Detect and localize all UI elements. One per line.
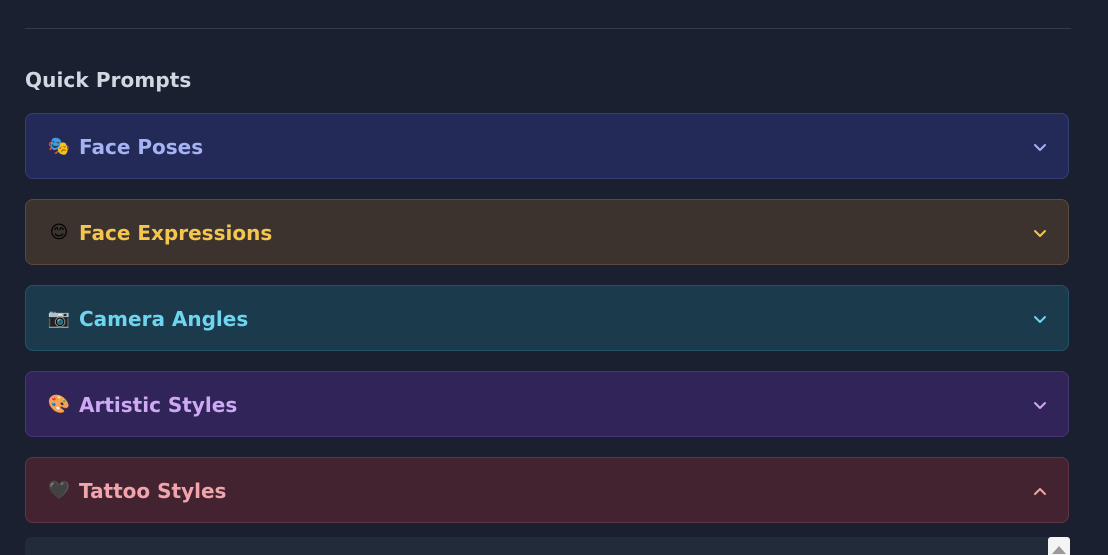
accordion-tattoo-styles[interactable]: 🖤 Tattoo Styles (25, 457, 1069, 523)
divider (25, 28, 1071, 29)
scroll-up-icon (1052, 546, 1066, 554)
chevron-down-icon (1034, 230, 1046, 237)
section-title: Quick Prompts (25, 68, 192, 92)
accordion-label: Face Expressions (79, 221, 273, 245)
theater-masks-icon: 🎭 (47, 136, 71, 157)
tattoo-styles-content-panel (25, 537, 1069, 555)
accordion-face-poses[interactable]: 🎭 Face Poses (25, 113, 1069, 179)
chevron-down-icon (1034, 144, 1046, 151)
accordion-face-expressions[interactable]: 😊 Face Expressions (25, 199, 1069, 265)
black-heart-icon: 🖤 (47, 480, 71, 501)
smiling-face-icon: 😊 (49, 222, 69, 243)
chevron-up-icon (1034, 488, 1046, 495)
accordion-label: Artistic Styles (79, 393, 238, 417)
accordion-label: Face Poses (79, 135, 204, 159)
accordion-camera-angles[interactable]: 📷 Camera Angles (25, 285, 1069, 351)
chevron-down-icon (1034, 402, 1046, 409)
accordion-label: Tattoo Styles (79, 479, 227, 503)
chevron-down-icon (1034, 316, 1046, 323)
accordion-label: Camera Angles (79, 307, 249, 331)
palette-icon: 🎨 (47, 394, 71, 415)
camera-icon: 📷 (47, 308, 71, 329)
scroll-up-button[interactable] (1048, 537, 1070, 555)
quick-prompts-page: Quick Prompts 🎭 Face Poses 😊 Face Expres… (0, 0, 1108, 555)
accordion-artistic-styles[interactable]: 🎨 Artistic Styles (25, 371, 1069, 437)
